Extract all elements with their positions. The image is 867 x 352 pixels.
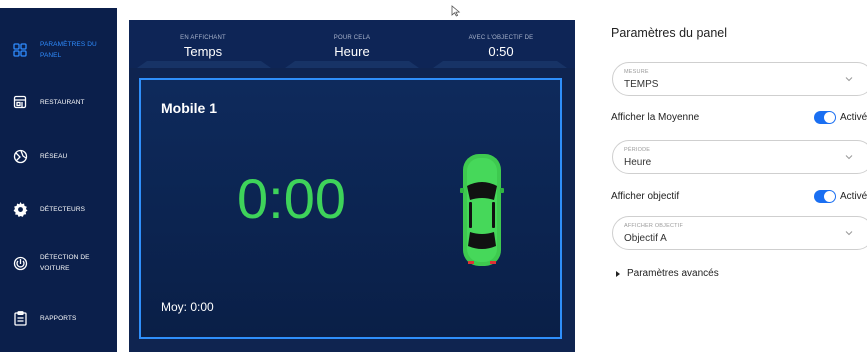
average-time: Moy: 0:00	[161, 300, 214, 314]
sidebar-item-car-detection[interactable]: DÉTECTION DE VOITURE	[0, 241, 117, 285]
select-caption: AFFICHER OBJECTIF	[624, 223, 684, 229]
sidebar: PARAMÈTRES DU PANEL RESTAURANT RÉSEAU DÉ…	[0, 8, 117, 352]
sidebar-item-reports[interactable]: RAPPORTS	[0, 296, 117, 340]
gear-icon	[0, 201, 40, 217]
header-caption: EN AFFICHANT	[180, 35, 226, 41]
select-value: TEMPS	[624, 79, 659, 90]
metrics-header: EN AFFICHANT Temps POUR CELA Heure AVEC …	[129, 20, 575, 68]
sidebar-item-label: RESTAURANT	[40, 98, 85, 106]
show-average-label: Afficher la Moyenne	[611, 112, 700, 123]
sidebar-item-panel-settings[interactable]: PARAMÈTRES DU PANEL	[0, 28, 117, 72]
chevron-down-icon	[845, 77, 853, 82]
show-objective-toggle[interactable]	[814, 190, 836, 203]
select-value: Objectif A	[624, 233, 667, 244]
select-caption: MESURE	[624, 69, 649, 75]
sidebar-item-restaurant[interactable]: RESTAURANT	[0, 80, 117, 124]
chevron-down-icon	[845, 231, 853, 236]
sidebar-item-label: RAPPORTS	[40, 314, 77, 322]
advanced-settings-toggle[interactable]: Paramètres avancés	[616, 268, 719, 279]
show-average-state: Activé	[840, 112, 867, 123]
top-strip	[117, 0, 575, 20]
advanced-settings-label: Paramètres avancés	[627, 268, 719, 279]
panel-settings: Paramètres du panel MESURE TEMPS Affiche…	[598, 0, 867, 352]
select-value: Heure	[624, 157, 652, 168]
mouse-cursor-icon	[451, 5, 461, 17]
sidebar-item-label: PARAMÈTRES DU PANEL	[40, 41, 97, 59]
measure-select[interactable]: MESURE TEMPS	[612, 62, 867, 96]
show-objective-label: Afficher objectif	[611, 191, 680, 202]
grid-icon	[0, 43, 40, 57]
period-select[interactable]: PÉRIODE Heure	[612, 140, 867, 174]
header-value: 0:50	[488, 44, 514, 59]
detection-icon	[0, 256, 40, 271]
settings-title: Paramètres du panel	[611, 26, 728, 40]
elapsed-time: 0:00	[237, 167, 346, 230]
sidebar-item-network[interactable]: RÉSEAU	[0, 134, 117, 178]
sidebar-item-label: DÉTECTEURS	[40, 205, 86, 213]
objective-select[interactable]: AFFICHER OBJECTIF Objectif A	[612, 216, 867, 250]
dashboard-preview: EN AFFICHANT Temps POUR CELA Heure AVEC …	[129, 20, 575, 352]
app-root: PARAMÈTRES DU PANEL RESTAURANT RÉSEAU DÉ…	[0, 0, 867, 352]
toggle-knob	[824, 191, 835, 202]
sidebar-item-label: RÉSEAU	[40, 152, 68, 160]
clipboard-icon	[0, 310, 40, 326]
toggle-knob	[824, 112, 835, 123]
caret-right-icon	[616, 270, 620, 277]
panel-title: Mobile 1	[161, 100, 218, 116]
select-caption: PÉRIODE	[624, 147, 651, 153]
header-value: Temps	[183, 44, 223, 59]
car-icon	[460, 154, 504, 266]
vehicle-panel: Mobile 1 0:00 Moy: 0:00	[139, 78, 562, 339]
header-caption: POUR CELA	[333, 35, 371, 41]
show-objective-state: Activé	[840, 191, 867, 202]
store-icon	[0, 95, 40, 109]
show-average-toggle[interactable]	[814, 111, 836, 124]
header-value: Heure	[334, 44, 370, 59]
header-caption: AVEC L'OBJECTIF DE	[468, 35, 534, 41]
header-tab-divider	[137, 61, 567, 68]
sidebar-item-detectors[interactable]: DÉTECTEURS	[0, 187, 117, 231]
chevron-down-icon	[845, 155, 853, 160]
network-icon	[0, 149, 40, 164]
sidebar-item-label: DÉTECTION DE VOITURE	[40, 254, 90, 272]
